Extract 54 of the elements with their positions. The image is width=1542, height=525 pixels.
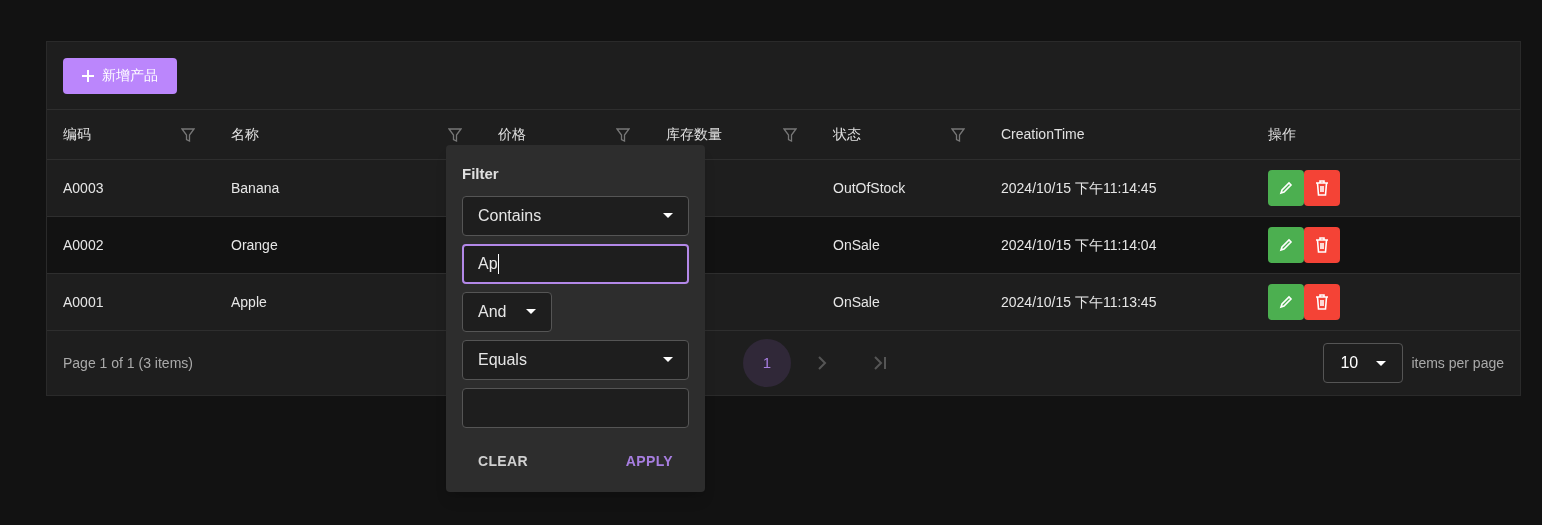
plus-icon [82, 69, 94, 82]
column-header[interactable]: CreationTime [1001, 124, 1085, 145]
delete-button[interactable] [1304, 227, 1340, 263]
table-cell-text: 2024/10/15 下午11:13:45 [1001, 292, 1157, 312]
filter-icon[interactable] [448, 127, 462, 142]
filter-value-field[interactable] [462, 387, 689, 428]
filter-icon[interactable] [951, 127, 965, 142]
clear-button[interactable]: CLEAR [462, 443, 544, 480]
page-size-select[interactable]: 10 [1323, 343, 1404, 383]
table-cell-text: A0003 [63, 178, 104, 198]
page-info: Page 1 of 1 (3 items) [63, 354, 193, 371]
table-cell-text: A0001 [63, 292, 104, 312]
column-header[interactable]: 价格 [498, 124, 526, 145]
last-page-icon[interactable] [873, 356, 889, 370]
edit-button[interactable] [1268, 170, 1304, 206]
table-cell-text: Apple [231, 292, 267, 312]
table-cell-text: Banana [231, 178, 280, 198]
pencil-icon [1279, 238, 1293, 252]
logic-select[interactable]: And [462, 291, 552, 332]
table-cell-text: 2024/10/15 下午11:14:04 [1001, 235, 1157, 255]
apply-button[interactable]: APPLY [609, 443, 689, 480]
page-button[interactable]: 1 [743, 339, 791, 387]
column-header[interactable]: 库存数量 [666, 124, 722, 145]
delete-button[interactable] [1304, 170, 1340, 206]
dropdown-icon [1376, 360, 1387, 366]
popup-title: Filter [462, 164, 500, 184]
delete-button[interactable] [1304, 284, 1340, 320]
table-cell-text: OnSale [833, 235, 880, 255]
table-cell-text: Orange [231, 235, 278, 255]
filter-value-field[interactable]: Ap [462, 243, 689, 284]
pencil-icon [1279, 181, 1293, 195]
dropdown-icon [526, 309, 536, 314]
column-header[interactable]: 名称 [231, 124, 259, 145]
next-page-icon[interactable] [817, 356, 827, 370]
trash-icon [1315, 237, 1329, 253]
filter-icon[interactable] [783, 127, 797, 142]
pencil-icon [1279, 295, 1293, 309]
filter-icon[interactable] [616, 127, 630, 142]
edit-button[interactable] [1268, 227, 1304, 263]
column-header[interactable]: 编码 [63, 124, 91, 145]
operator-select[interactable]: Contains [462, 195, 689, 236]
table-cell-text: 2024/10/15 下午11:14:45 [1001, 178, 1157, 198]
filter-icon[interactable] [181, 127, 195, 142]
table-cell-text: OutOfStock [833, 178, 906, 198]
dropdown-icon [663, 357, 673, 362]
edit-button[interactable] [1268, 284, 1304, 320]
trash-icon [1315, 180, 1329, 196]
table-cell-text: OnSale [833, 292, 880, 312]
column-header[interactable]: 状态 [833, 124, 861, 145]
page-size-label: items per page [1411, 353, 1504, 373]
table-cell-text: A0002 [63, 235, 104, 255]
column-header[interactable]: 操作 [1268, 124, 1296, 145]
trash-icon [1315, 294, 1329, 310]
operator-select[interactable]: Equals [462, 339, 689, 380]
